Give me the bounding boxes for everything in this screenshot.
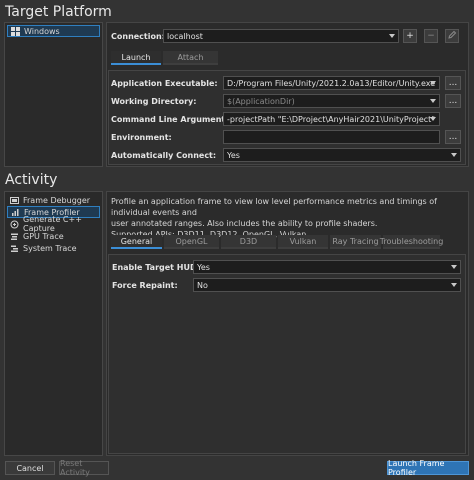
chevron-down-icon (451, 265, 457, 269)
pencil-icon (447, 30, 457, 42)
hud-label: Enable Target HUD: (112, 263, 200, 272)
connection-value: localhost (167, 31, 203, 41)
environment-input[interactable] (223, 130, 440, 144)
platform-list: Windows (4, 22, 103, 167)
activity-item-system-trace[interactable]: System Trace (7, 242, 100, 254)
autoconnect-label: Automatically Connect: (111, 151, 217, 160)
activity-title: Activity (5, 172, 58, 188)
activity-item-frame-debugger[interactable]: Frame Debugger (7, 194, 100, 206)
add-connection-button[interactable]: + (403, 29, 417, 43)
activity-item-gpu-trace[interactable]: GPU Trace (7, 230, 100, 242)
repaint-value: No (197, 280, 208, 290)
args-input[interactable]: -projectPath "E:\DProject\AnyHair2021\Un… (223, 112, 440, 126)
chevron-down-icon (389, 34, 395, 38)
windows-icon (11, 26, 20, 36)
environment-label: Environment: (111, 133, 172, 142)
launch-frame-profiler-button[interactable]: Launch Frame Profiler (387, 459, 469, 477)
platform-item-label: Windows (24, 26, 60, 36)
exe-label: Application Executable: (111, 79, 218, 88)
activity-list: Frame Debugger Frame Profiler Generate C… (4, 191, 103, 456)
profiler-description-line2: user annotated ranges. Also includes the… (111, 219, 378, 228)
remove-connection-button[interactable]: − (424, 29, 438, 43)
exe-value: D:/Program Files/Unity/2021.2.0a13/Edito… (227, 78, 436, 88)
workdir-browse-button[interactable]: ... (445, 94, 461, 108)
tab-troubleshooting[interactable]: Troubleshooting (380, 235, 443, 249)
chevron-down-icon (430, 99, 436, 103)
tab-opengl[interactable]: OpenGL (164, 235, 219, 249)
connection-tabs: Launch Attach (111, 51, 220, 65)
connection-label: Connection: (111, 32, 165, 41)
cancel-button[interactable]: Cancel (5, 461, 55, 475)
chevron-down-icon (430, 117, 436, 121)
activity-item-label: Frame Debugger (23, 195, 91, 205)
frame-profiler-icon (11, 208, 20, 217)
hud-value: Yes (197, 262, 210, 272)
autoconnect-select[interactable]: Yes (223, 148, 461, 162)
tab-ray-tracing[interactable]: Ray Tracing (330, 235, 381, 249)
tab-vulkan[interactable]: Vulkan (278, 235, 328, 249)
repaint-select[interactable]: No (193, 278, 461, 292)
chevron-down-icon (451, 283, 457, 287)
workdir-value: $(ApplicationDir) (227, 96, 295, 106)
tab-launch[interactable]: Launch (111, 51, 161, 65)
chevron-down-icon (430, 81, 436, 85)
autoconnect-value: Yes (227, 150, 240, 160)
workdir-input[interactable]: $(ApplicationDir) (223, 94, 440, 108)
environment-browse-button[interactable]: ... (445, 130, 461, 144)
profiler-description: Profile an application frame to view low… (111, 196, 467, 240)
target-platform-title: Target Platform (5, 4, 112, 20)
system-trace-icon (10, 244, 19, 253)
exe-browse-button[interactable]: ... (445, 76, 461, 90)
exe-input[interactable]: D:/Program Files/Unity/2021.2.0a13/Edito… (223, 76, 440, 90)
reset-activity-button[interactable]: Reset Activity (59, 459, 109, 477)
args-value: -projectPath "E:\DProject\AnyHair2021\Un… (227, 114, 435, 124)
frame-debugger-icon (10, 196, 19, 205)
gpu-trace-icon (10, 232, 19, 241)
workdir-label: Working Directory: (111, 97, 197, 106)
tab-attach[interactable]: Attach (163, 51, 218, 65)
args-label: Command Line Arguments: (111, 115, 234, 124)
connection-select[interactable]: localhost (163, 29, 399, 43)
cpp-capture-icon (10, 220, 19, 229)
tab-d3d[interactable]: D3D (221, 235, 276, 249)
chevron-down-icon (451, 153, 457, 157)
activity-item-label: System Trace (23, 243, 77, 253)
activity-item-cpp-capture[interactable]: Generate C++ Capture (7, 215, 100, 233)
repaint-label: Force Repaint: (112, 281, 178, 290)
activity-item-label: GPU Trace (23, 231, 64, 241)
platform-item-windows[interactable]: Windows (7, 25, 100, 37)
edit-connection-button[interactable] (445, 29, 459, 43)
profiler-description-line1: Profile an application frame to view low… (111, 197, 437, 217)
profiler-tabs: General OpenGL D3D Vulkan Ray Tracing Tr… (111, 235, 443, 249)
hud-select[interactable]: Yes (193, 260, 461, 274)
tab-general[interactable]: General (111, 235, 162, 249)
